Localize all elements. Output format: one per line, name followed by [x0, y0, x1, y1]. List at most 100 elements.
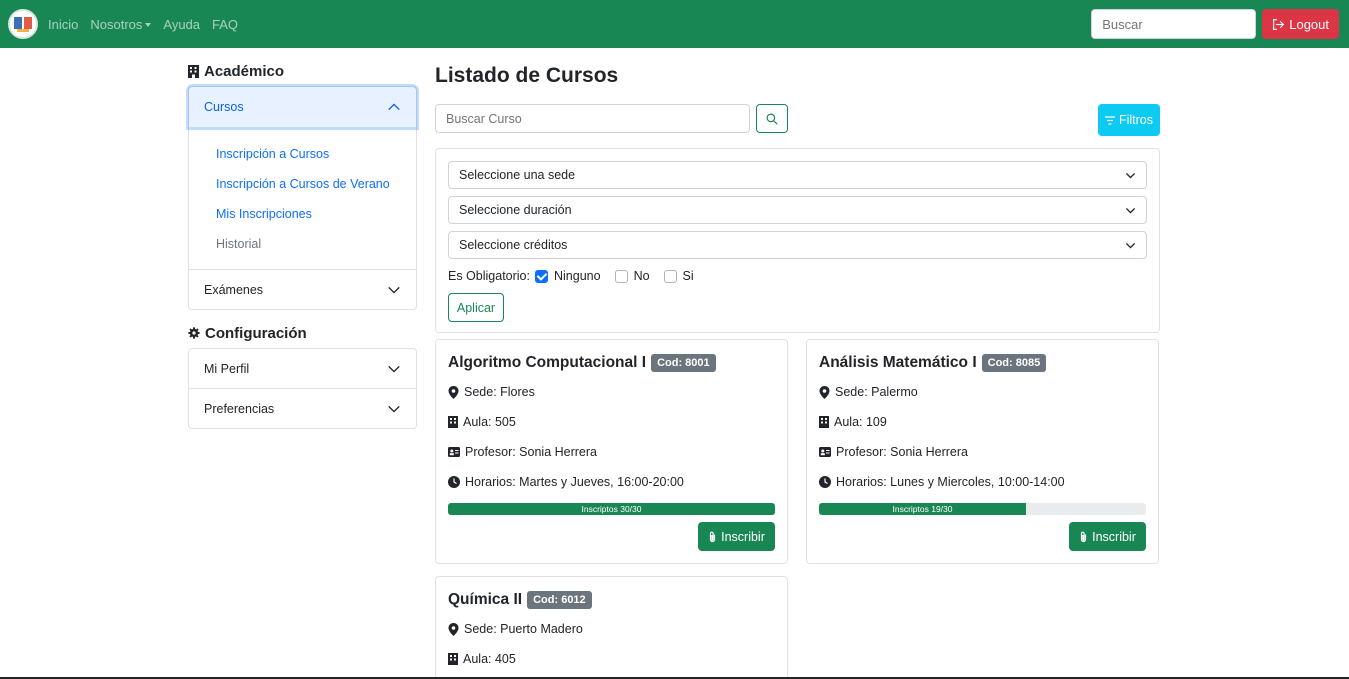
building-icon [448, 416, 458, 428]
course-code-badge: Cod: 8085 [981, 354, 1047, 372]
course-name: Química II [448, 591, 523, 608]
sede-select-value: Seleccione una sede [459, 168, 576, 182]
chevron-down-icon [388, 365, 400, 373]
filtros-label: Filtros [1118, 113, 1154, 127]
school-logo-icon[interactable] [8, 9, 38, 39]
filter-panel: Seleccione una sede Seleccione duración … [435, 148, 1160, 333]
checkbox-ninguno[interactable] [534, 269, 548, 283]
option-ninguno[interactable]: Ninguno [534, 269, 601, 283]
course-horarios: Horarios: Martes y Jueves, 16:00-20:00 [448, 467, 775, 497]
cursos-label: Cursos [204, 100, 244, 114]
examenes-accordion-button[interactable]: Exámenes [189, 270, 416, 309]
configuracion-heading: Configuración [188, 322, 417, 344]
mi-perfil-label: Mi Perfil [204, 361, 250, 376]
building-icon [188, 64, 199, 78]
course-sede: Sede: Flores [448, 377, 775, 407]
filtros-button[interactable]: Filtros [1098, 104, 1160, 136]
creditos-select[interactable]: Seleccione créditos [448, 231, 1147, 259]
course-name: Algoritmo Computacional I [448, 354, 647, 371]
option-ninguno-label: Ninguno [553, 269, 601, 283]
navbar-search-input[interactable] [1091, 9, 1257, 39]
cursos-accordion-button[interactable]: Cursos [189, 87, 416, 127]
course-card: Análisis Matemático I Cod: 8085 Sede: Pa… [806, 339, 1159, 564]
link-mis-inscripciones[interactable]: Mis Inscripciones [216, 199, 416, 229]
paperclip-icon [1081, 531, 1087, 542]
gear-icon [188, 327, 200, 339]
chevron-down-icon [1125, 242, 1136, 249]
configuracion-accordion: Mi Perfil Preferencias [188, 348, 417, 429]
course-sede: Sede: Puerto Madero [448, 614, 775, 644]
course-profesor: Profesor: Sonia Herrera [819, 437, 1146, 467]
navbar: Inicio Nosotros Ayuda FAQ Logout [0, 0, 1349, 48]
course-card: Algoritmo Computacional I Cod: 8001 Sede… [435, 339, 788, 564]
nav-ayuda[interactable]: Ayuda [163, 17, 200, 32]
chevron-down-icon [388, 405, 400, 413]
map-pin-icon [448, 622, 459, 636]
nav-faq[interactable]: FAQ [212, 17, 238, 32]
accordion-item-examenes: Exámenes [189, 269, 416, 309]
search-icon [766, 113, 778, 125]
chevron-up-icon [388, 103, 400, 111]
paperclip-icon [710, 531, 716, 542]
inscribir-label: Inscribir [1092, 529, 1136, 544]
course-horarios-text: Horarios: Martes y Jueves, 16:00-20:00 [465, 475, 684, 489]
creditos-select-value: Seleccione créditos [459, 238, 568, 252]
logout-button[interactable]: Logout [1262, 9, 1339, 39]
id-card-icon [448, 447, 460, 457]
map-pin-icon [819, 385, 830, 399]
enrollment-progress-bar: Inscriptos 19/30 [819, 503, 1026, 515]
course-aula-text: Aula: 405 [463, 652, 516, 666]
course-aula-text: Aula: 505 [463, 415, 516, 429]
nav-nosotros[interactable]: Nosotros [90, 17, 152, 32]
chevron-down-icon [388, 286, 400, 294]
course-code-badge: Cod: 8001 [651, 354, 716, 372]
option-si-label: Si [682, 269, 694, 283]
academico-heading: Académico [188, 60, 417, 82]
course-title-row: Algoritmo Computacional I Cod: 8001 [448, 352, 775, 374]
inscribir-label: Inscribir [721, 529, 765, 544]
link-inscripcion-cursos[interactable]: Inscripción a Cursos [216, 139, 416, 169]
aplicar-button[interactable]: Aplicar [448, 293, 504, 322]
course-aula-text: Aula: 109 [834, 415, 887, 429]
option-no[interactable]: No [614, 269, 650, 283]
link-inscripcion-cursos-verano[interactable]: Inscripción a Cursos de Verano [216, 169, 416, 199]
checkbox-no[interactable] [614, 269, 628, 283]
filter-icon [1104, 115, 1115, 125]
link-historial[interactable]: Historial [216, 229, 416, 259]
building-icon [819, 416, 829, 428]
course-search-button[interactable] [756, 104, 788, 133]
option-no-label: No [633, 269, 650, 283]
sede-select[interactable]: Seleccione una sede [448, 161, 1147, 189]
checkbox-si[interactable] [663, 269, 677, 283]
chevron-down-icon [1125, 172, 1136, 179]
course-title-row: Química II Cod: 6012 [448, 589, 775, 611]
course-sede: Sede: Palermo [819, 377, 1146, 407]
examenes-label: Exámenes [204, 282, 264, 297]
sidebar: Académico Cursos Inscripción a Cursos In… [188, 60, 417, 429]
academico-accordion: Cursos Inscripción a Cursos Inscripción … [188, 86, 417, 310]
course-card: Química II Cod: 6012 Sede: Puerto Madero… [435, 576, 788, 679]
enrollment-progress: Inscriptos 30/30 [448, 503, 775, 515]
duracion-select[interactable]: Seleccione duración [448, 196, 1147, 224]
nav-inicio[interactable]: Inicio [48, 17, 78, 32]
cursos-accordion-body: Inscripción a Cursos Inscripción a Curso… [189, 127, 416, 269]
logout-label: Logout [1289, 16, 1329, 32]
id-card-icon [819, 447, 831, 457]
building-icon [448, 653, 458, 665]
course-aula: Aula: 505 [448, 407, 775, 437]
clock-icon [819, 476, 831, 488]
accordion-item-preferencias: Preferencias [189, 388, 416, 428]
inscribir-button[interactable]: Inscribir [1069, 522, 1146, 551]
configuracion-title: Configuración [205, 324, 307, 342]
inscribir-button[interactable]: Inscribir [698, 522, 775, 551]
course-search-input[interactable] [435, 104, 750, 133]
academico-title: Académico [204, 62, 285, 80]
course-code-badge: Cod: 6012 [527, 591, 592, 609]
course-horarios: Horarios: Lunes y Miercoles, 10:00-14:00 [819, 467, 1146, 497]
mi-perfil-accordion-button[interactable]: Mi Perfil [189, 349, 416, 388]
option-si[interactable]: Si [663, 269, 694, 283]
course-profesor: Profesor: Sonia Herrera [448, 437, 775, 467]
clock-icon [448, 476, 460, 488]
preferencias-accordion-button[interactable]: Preferencias [189, 389, 416, 428]
duracion-select-value: Seleccione duración [459, 203, 572, 217]
